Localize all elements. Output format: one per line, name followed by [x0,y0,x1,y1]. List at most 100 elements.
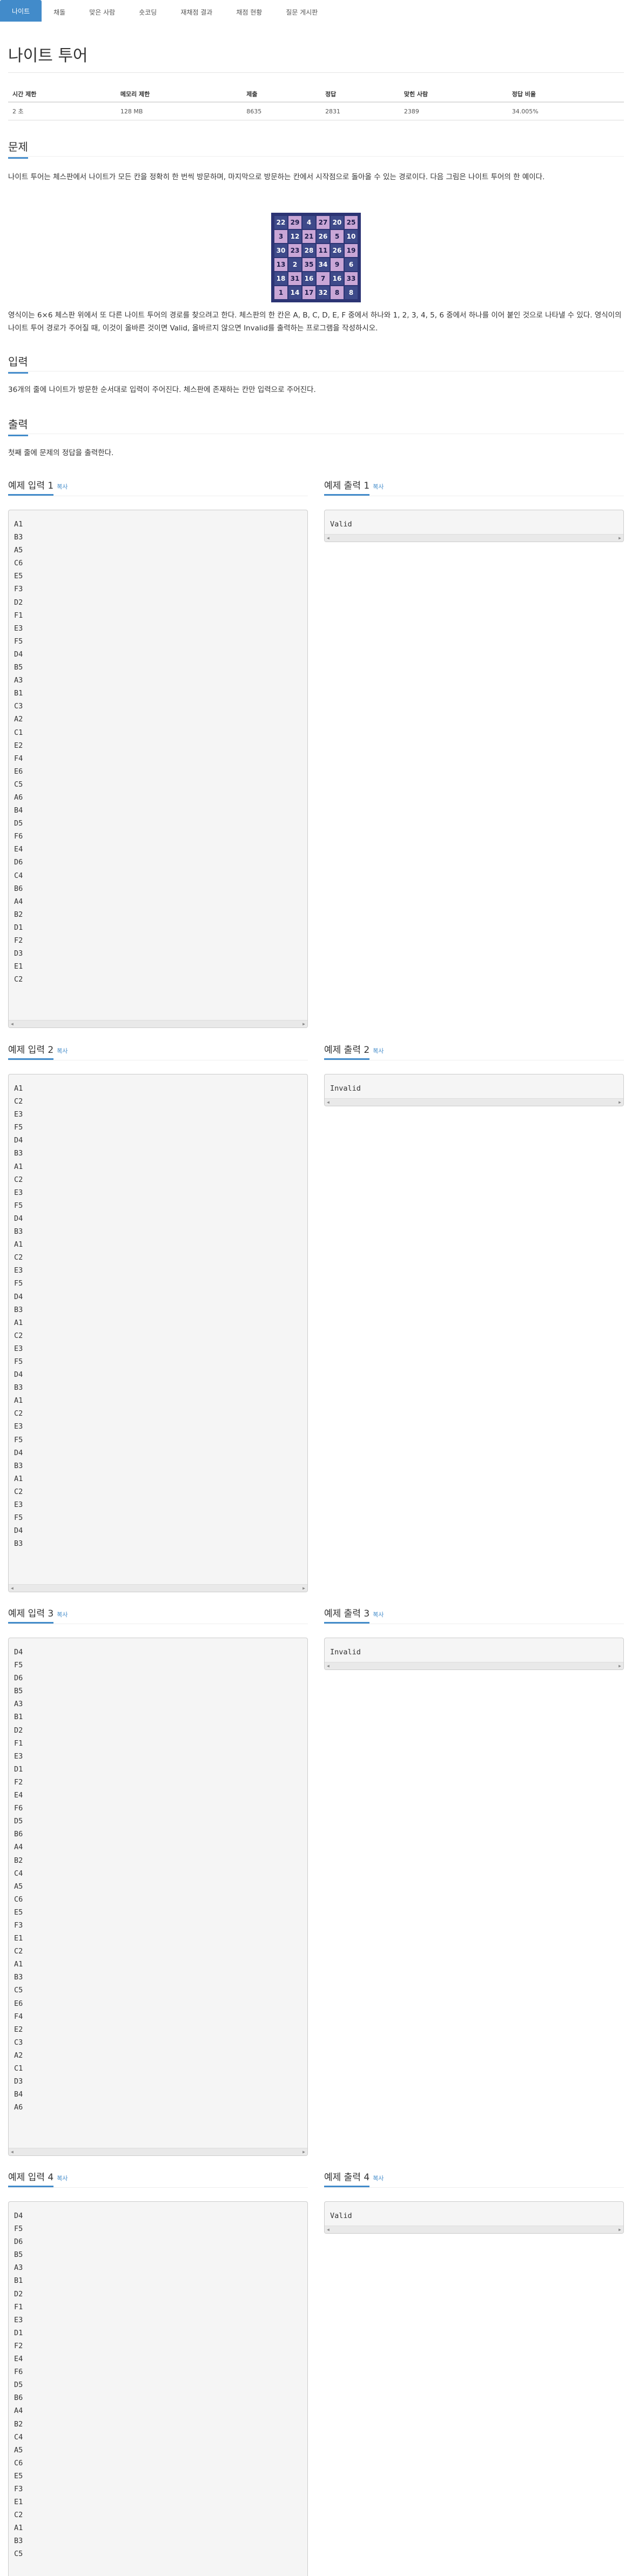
code-line: A4 [14,2406,23,2416]
tab-submit[interactable]: 채돌 [42,1,77,23]
example-output-1-box[interactable]: Valid ◀ ▶ [324,510,624,542]
header-ratio: 정답 비율 [507,86,624,103]
copy-button[interactable]: 복사 [57,483,68,490]
code-line: D4 [14,1448,23,1457]
horizontal-scrollbar[interactable]: ◀ ▶ [9,2148,307,2155]
horizontal-scrollbar[interactable]: ◀ ▶ [325,534,623,542]
code-line: E1 [14,962,23,971]
tab-solvers[interactable]: 맞은 사람 [77,1,127,23]
copy-button[interactable]: 복사 [373,2175,384,2182]
copy-button[interactable]: 복사 [373,483,384,490]
code-line: E3 [14,1344,23,1353]
example-output-3-box[interactable]: Invalid ◀ ▶ [324,1638,624,1670]
example-output-4-box[interactable]: Valid ◀ ▶ [324,2201,624,2234]
tab-problem[interactable]: 나이트 [0,0,42,22]
horizontal-scrollbar[interactable]: ◀ ▶ [325,1098,623,1106]
board-cell: 8 [331,286,344,299]
code-line: A4 [14,897,23,906]
board-cell: 31 [288,272,301,285]
code-line: F6 [14,1804,23,1813]
tab-qna-board[interactable]: 질문 게시판 [274,1,330,23]
board-cell: 32 [317,286,330,299]
board-cell: 11 [317,244,330,257]
code-line: D5 [14,1817,23,1826]
tab-rejudge-results[interactable]: 재채점 결과 [169,1,224,23]
problem-description: 나이트 투어는 체스판에서 나이트가 모든 칸을 정확히 한 번씩 방문하며, … [8,173,545,181]
submissions-value: 8635 [242,102,321,120]
board-cell: 13 [274,258,287,271]
board-cell: 19 [345,244,358,257]
copy-button[interactable]: 복사 [57,1611,68,1618]
board-cell: 7 [317,272,330,285]
copy-button[interactable]: 복사 [373,1611,384,1618]
code-line: A5 [14,1882,23,1891]
code-line: F1 [14,1739,23,1748]
tab-short-coding[interactable]: 숏코딩 [127,1,169,23]
code-line: E3 [14,1188,23,1197]
board-cell: 3 [274,230,287,243]
memory-limit-value: 128 MB [116,102,243,120]
code-line: C1 [14,2064,23,2073]
code-line: D4 [14,1648,23,1657]
horizontal-scrollbar[interactable]: ◀ ▶ [9,1584,307,1592]
board-cell: 16 [302,272,315,285]
code-line: E3 [14,1500,23,1509]
header-submissions: 제출 [242,86,321,103]
code-line: C2 [14,975,23,984]
code-line: F5 [14,1357,23,1366]
code-line: C4 [14,1869,23,1878]
code-line: E2 [14,2025,23,2034]
board-cell: 17 [302,286,315,299]
example-input-3-box[interactable]: D4 F5 D6 B5 A3 B1 D2 F1 E3 D1 F2 E4 F6 D5 B6 A4 B2 C4 A5 C6… [8,1638,308,2156]
accepted-value: 2831 [321,102,400,120]
code-line: B1 [14,2276,23,2286]
copy-button[interactable]: 복사 [373,1047,384,1054]
board-cell: 18 [274,272,287,285]
board-cell: 28 [302,244,315,257]
code-line: D1 [14,1764,23,1774]
code-line: A1 [14,1318,23,1327]
code-line: F5 [14,1513,23,1523]
code-line: E1 [14,2498,23,2507]
code-line: D2 [14,598,23,607]
example-input-4-box[interactable]: D4 F5 D6 B5 A3 B1 D2 F1 E3 D1 F2 E4 F6 D5 B6 A4 B2 C4 A5 C6… [8,2201,308,2576]
code-line: F2 [14,936,23,945]
example-output-4-lines: Valid [325,2202,623,2222]
code-line: B2 [14,1856,23,1865]
code-line: B5 [14,1687,23,1696]
code-line: B6 [14,1830,23,1839]
horizontal-scrollbar[interactable]: ◀ ▶ [325,2226,623,2233]
board-cell: 9 [331,258,344,271]
board-cell: 30 [274,244,287,257]
code-line: F3 [14,585,23,594]
example-input-1-box[interactable]: A1 B3 A5 C6 E5 F3 D2 F1 E3 F5 D4 B5 A3 B1 C3 A2 C1 E2 F4 E6… [8,510,308,1028]
header-time-limit: 시간 제한 [8,86,116,103]
code-line: A1 [14,520,23,529]
example-input-2-box[interactable]: A1 C2 E3 F5 D4 B3 A1 C2 E3 F5 D4 B3 A1 C2 E3 F5 D4 B3 A1 C2… [8,1074,308,1592]
code-line: C6 [14,1895,23,1904]
example-output-2-box[interactable]: Invalid ◀ ▶ [324,1074,624,1106]
example-rule [8,2187,308,2188]
problem-info-table: 시간 제한 메모리 제한 제출 정답 맞힌 사람 정답 비율 2 초 128 M… [8,86,624,120]
copy-button[interactable]: 복사 [57,2175,68,2182]
horizontal-scrollbar[interactable]: ◀ ▶ [325,1662,623,1669]
code-line: E5 [14,1908,23,1917]
code-line: A5 [14,2445,23,2455]
code-line: B5 [14,663,23,672]
code-line: F2 [14,2341,23,2350]
code-line: F1 [14,2302,23,2311]
code-line: C4 [14,871,23,880]
header-solvers: 맞힌 사람 [399,86,508,103]
example-input-2-lines: A1 C2 E3 F5 D4 B3 A1 C2 E3 F5 D4 B3 A1 C2 E3 F5 D4 B3 A1 C2… [9,1074,307,1550]
output-description: 첫째 줄에 문제의 정답을 출력한다. [8,449,114,457]
horizontal-scrollbar[interactable]: ◀ ▶ [9,1020,307,1027]
code-line: D4 [14,1136,23,1145]
code-line: E4 [14,2355,23,2364]
code-line: F5 [14,637,23,646]
copy-button[interactable]: 복사 [57,1047,68,1054]
tab-status[interactable]: 채점 현황 [224,1,274,23]
solvers-value: 2389 [399,102,508,120]
code-line: E3 [14,2315,23,2324]
code-line: E6 [14,767,23,776]
code-line: B3 [14,1383,23,1392]
